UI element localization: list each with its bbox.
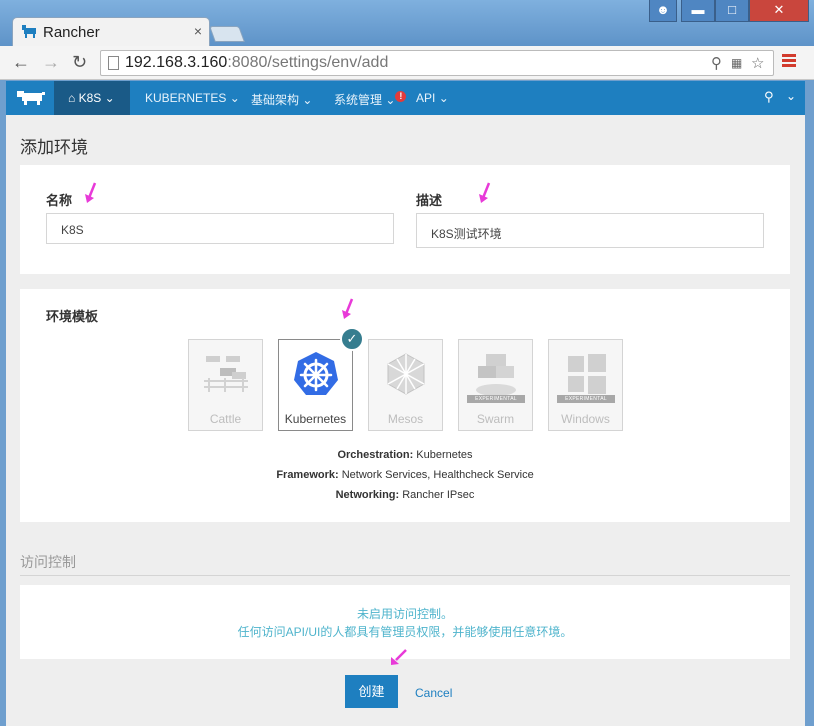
address-bar[interactable]: 192.168.3.160:8080/settings/env/add ⚲ ▦ … [100, 50, 774, 76]
tab-close-icon[interactable]: × [194, 23, 202, 39]
chevron-down-icon: ⌄ [302, 93, 313, 107]
cancel-button[interactable]: Cancel [415, 686, 452, 700]
reload-icon[interactable]: ↻ [72, 52, 87, 73]
maximize-button[interactable]: □ [715, 0, 749, 22]
annotation-arrow-icon [85, 182, 97, 203]
app-navbar: ⌂ K8S ⌄ KUBERNETES ⌄ 基础架构 ⌄ 系统管理 ⌄! API … [6, 81, 805, 115]
experimental-tag: EXPERIMENTAL [467, 395, 525, 403]
bookmark-star-icon[interactable]: ☆ [751, 54, 764, 72]
rancher-logo-icon[interactable] [16, 90, 46, 106]
back-arrow-icon[interactable]: ← [12, 52, 30, 73]
environment-selector[interactable]: ⌂ K8S ⌄ [54, 81, 130, 115]
alert-badge: ! [395, 91, 407, 102]
framework-info: Framework: Network Services, Healthcheck… [276, 469, 534, 481]
browser-tab[interactable]: Rancher × [12, 17, 210, 46]
template-label-swarm: Swarm [476, 412, 515, 426]
template-label-cattle: Cattle [209, 412, 242, 426]
browser-titlebar: Rancher × ☻ ▬ □ ✕ [0, 0, 814, 46]
mesos-icon [387, 353, 425, 395]
chevron-down-icon: ⌄ [104, 91, 115, 105]
chevron-down-icon: ⌄ [385, 93, 396, 107]
networking-info: Networking: Rancher IPsec [335, 489, 475, 501]
page-icon [108, 56, 119, 70]
user-avatar-icon[interactable]: ⚲ [764, 89, 774, 105]
windows-icon [568, 354, 606, 394]
tab-title: Rancher [43, 24, 100, 41]
translate-icon[interactable]: ▦ [731, 56, 742, 70]
home-icon: ⌂ [68, 91, 76, 105]
template-label-kubernetes: Kubernetes [284, 412, 347, 426]
template-swarm[interactable]: EXPERIMENTAL Swarm [458, 339, 533, 431]
annotation-arrow-icon [342, 298, 354, 319]
template-label-mesos: Mesos [387, 412, 424, 426]
page-content: 添加环境 名称 K8S 描述 K8S测试环境 环境模板 Cattle Kuber… [6, 115, 805, 726]
description-input[interactable]: K8S测试环境 [416, 213, 764, 248]
name-input[interactable]: K8S [46, 213, 394, 244]
search-icon[interactable]: ⚲ [711, 54, 722, 72]
template-kubernetes[interactable]: Kubernetes [278, 339, 353, 431]
kubernetes-helm-icon [294, 352, 338, 395]
new-tab-button[interactable] [209, 26, 245, 42]
description-label: 描述 [416, 193, 443, 208]
annotation-arrow-icon [391, 649, 407, 665]
template-card: 环境模板 Cattle Kubernetes ✓ Mesos EXPERIMEN… [20, 289, 790, 522]
nav-item-admin[interactable]: 系统管理 ⌄! [334, 91, 407, 108]
page-title: 添加环境 [20, 138, 88, 157]
rancher-logo-icon [22, 25, 36, 38]
scrollbar[interactable] [805, 81, 814, 726]
minimize-button[interactable]: ▬ [681, 0, 715, 22]
create-button[interactable]: 创建 [345, 675, 398, 708]
forward-arrow-icon[interactable]: → [42, 52, 60, 73]
nav-item-infrastructure[interactable]: 基础架构 ⌄ [251, 91, 312, 108]
template-cattle[interactable]: Cattle [188, 339, 263, 431]
cattle-icon [204, 356, 248, 392]
template-label: 环境模板 [46, 309, 99, 324]
selected-check-icon: ✓ [340, 327, 364, 351]
nav-item-kubernetes[interactable]: KUBERNETES ⌄ [145, 91, 240, 105]
access-notice-line1: 未启用访问控制。 [356, 607, 453, 621]
nav-item-api[interactable]: API ⌄ [416, 91, 449, 105]
name-label: 名称 [46, 193, 73, 208]
experimental-tag: EXPERIMENTAL [557, 395, 615, 403]
chevron-down-icon: ⌄ [229, 91, 240, 105]
chevron-down-icon: ⌄ [438, 91, 449, 105]
user-profile-icon[interactable]: ☻ [649, 0, 677, 22]
annotation-arrow-icon [479, 182, 491, 203]
url-text: 192.168.3.160:8080/settings/env/add [125, 54, 389, 71]
section-divider [20, 575, 790, 576]
access-control-title: 访问控制 [20, 554, 76, 570]
orchestration-info: Orchestration: Kubernetes [337, 449, 473, 461]
access-notice-line2: 任何访问API/UI的人都具有管理员权限，并能够使用任意环境。 [237, 625, 573, 639]
browser-toolbar: ← → ↻ 192.168.3.160:8080/settings/env/ad… [0, 46, 814, 80]
close-window-button[interactable]: ✕ [749, 0, 809, 22]
chevron-down-icon[interactable]: ⌄ [786, 89, 796, 103]
environment-form-card: 名称 K8S 描述 K8S测试环境 [20, 165, 790, 274]
env-name: K8S [78, 91, 102, 105]
browser-menu-icon[interactable] [782, 54, 796, 69]
template-windows[interactable]: EXPERIMENTAL Windows [548, 339, 623, 431]
template-label-windows: Windows [561, 412, 610, 426]
template-mesos[interactable]: Mesos [368, 339, 443, 431]
swarm-icon [476, 354, 516, 396]
